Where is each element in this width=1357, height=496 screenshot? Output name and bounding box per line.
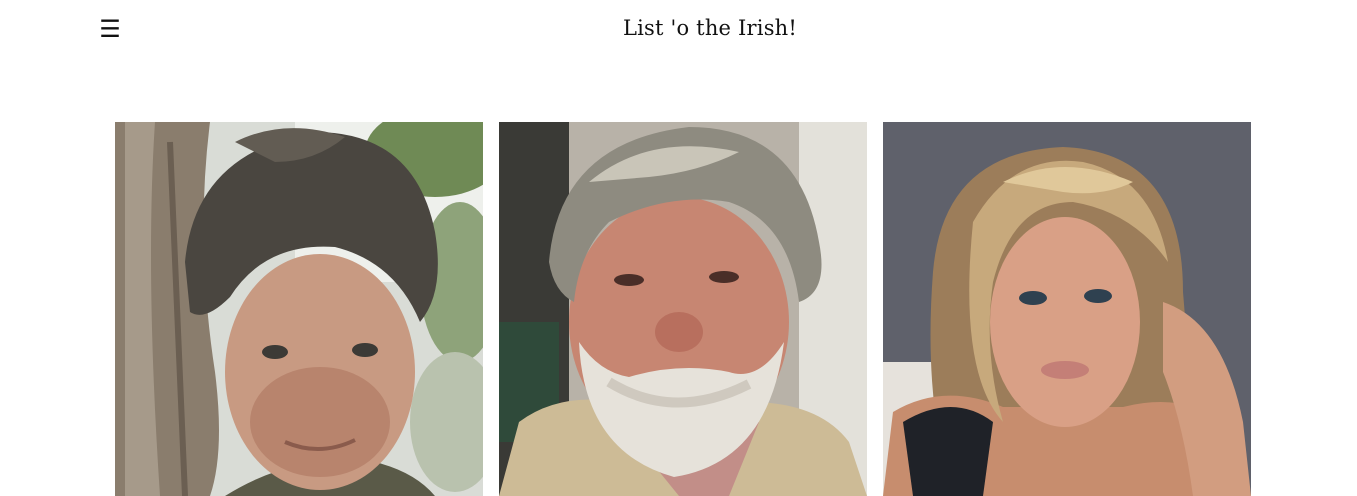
portrait-photo-3 bbox=[883, 122, 1251, 496]
gallery-card-3[interactable] bbox=[883, 122, 1251, 496]
page-title: List 'o the Irish! bbox=[622, 16, 798, 40]
portrait-gallery bbox=[115, 122, 1251, 496]
gallery-card-1[interactable] bbox=[115, 122, 483, 496]
portrait-photo-1 bbox=[115, 122, 483, 496]
portrait-photo-2 bbox=[499, 122, 867, 496]
gallery-card-2[interactable] bbox=[499, 122, 867, 496]
top-bar: ☰ List 'o the Irish! bbox=[0, 0, 1357, 60]
